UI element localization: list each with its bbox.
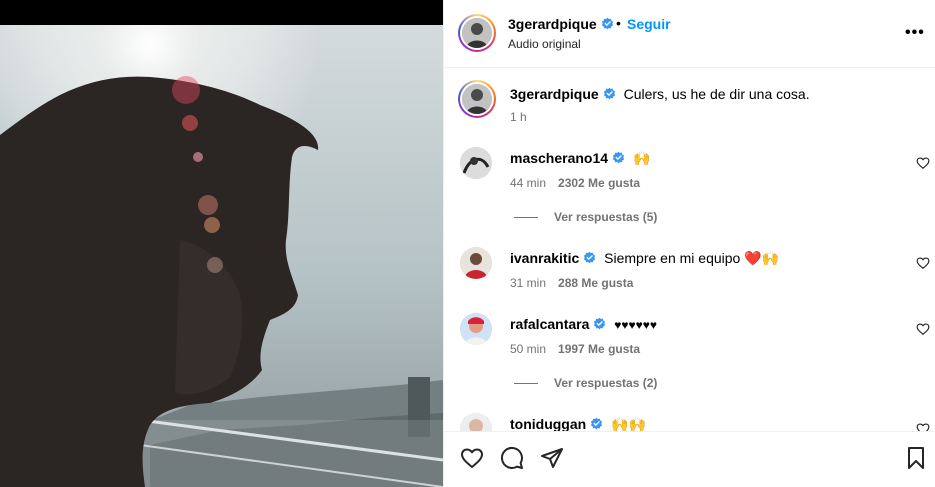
- comment-time: 50 min: [510, 342, 547, 356]
- verified-badge-icon: [594, 317, 606, 330]
- verified-badge-icon: [601, 17, 613, 30]
- comment-avatar-toniduggan[interactable]: [460, 413, 492, 431]
- verified-badge-icon: [584, 251, 596, 264]
- caption-text: 3gerardpique Culers, us he de dir una co…: [510, 86, 810, 102]
- comment-username[interactable]: toniduggan: [510, 416, 586, 431]
- separator-dot: •: [616, 15, 621, 31]
- comment-avatar-ivanrakitic[interactable]: [460, 247, 492, 279]
- comment-avatar-rafalcantara[interactable]: [460, 313, 492, 345]
- author-avatar[interactable]: [458, 14, 496, 52]
- comment-icon[interactable]: [500, 446, 524, 470]
- comment-text: 🙌🙌: [611, 416, 646, 431]
- comment-like-heart-icon[interactable]: [916, 422, 930, 431]
- view-replies-button[interactable]: Ver respuestas (5): [514, 210, 657, 224]
- view-replies-button[interactable]: Ver respuestas (2): [514, 376, 657, 390]
- instagram-post-view: 3gerardpique • Seguir Audio original •••…: [0, 0, 935, 487]
- comment-likes[interactable]: 2302 Me gusta: [558, 176, 640, 190]
- caption-username[interactable]: 3gerardpique: [510, 86, 599, 102]
- caption-time: 1 h: [510, 110, 527, 124]
- comment-meta-2: 31 min 288 Me gusta: [510, 276, 633, 290]
- follow-button[interactable]: Seguir: [627, 16, 671, 32]
- comment-likes[interactable]: 288 Me gusta: [558, 276, 633, 290]
- post-action-bar: [444, 431, 935, 487]
- post-header: 3gerardpique • Seguir Audio original •••: [444, 0, 935, 68]
- comment-time: 44 min: [510, 176, 547, 190]
- verified-badge-icon: [613, 151, 625, 164]
- verified-badge-icon: [603, 87, 615, 100]
- heart-icon[interactable]: [460, 446, 484, 470]
- comment-like-heart-icon[interactable]: [916, 156, 930, 170]
- comment-avatar-mascherano14[interactable]: [460, 147, 492, 179]
- comment-username[interactable]: rafalcantara: [510, 316, 589, 332]
- comment-likes[interactable]: 1997 Me gusta: [558, 342, 640, 356]
- caption-body: Culers, us he de dir una cosa.: [623, 86, 810, 102]
- audio-label[interactable]: Audio original: [508, 37, 581, 51]
- comment-meta-1: 44 min 2302 Me gusta: [510, 176, 640, 190]
- verified-badge-icon: [591, 417, 603, 430]
- comment-text: 🙌: [632, 150, 651, 166]
- comment-row-1: mascherano14 🙌: [510, 150, 650, 167]
- comment-username[interactable]: ivanrakitic: [510, 250, 579, 266]
- comment-text: Siempre en mi equipo ❤️🙌: [604, 250, 780, 266]
- post-video[interactable]: [0, 0, 443, 487]
- comment-text: ♥♥♥♥♥♥: [614, 318, 658, 332]
- comment-meta-3: 50 min 1997 Me gusta: [510, 342, 640, 356]
- comment-row-3: rafalcantara ♥♥♥♥♥♥: [510, 316, 657, 332]
- video-frame: [0, 25, 443, 487]
- comment-row-4: toniduggan 🙌🙌: [510, 416, 646, 431]
- comments-list[interactable]: 3gerardpique Culers, us he de dir una co…: [444, 69, 935, 431]
- comment-time: 31 min: [510, 276, 547, 290]
- comment-like-heart-icon[interactable]: [916, 256, 930, 270]
- media-top-bar: [0, 0, 443, 25]
- more-options-icon[interactable]: •••: [905, 24, 925, 42]
- comment-like-heart-icon[interactable]: [916, 322, 930, 336]
- caption-avatar[interactable]: [458, 80, 496, 118]
- share-icon[interactable]: [540, 446, 564, 470]
- post-side-panel: 3gerardpique • Seguir Audio original •••…: [443, 0, 935, 487]
- comment-row-2: ivanrakitic Siempre en mi equipo ❤️🙌: [510, 250, 779, 267]
- author-username[interactable]: 3gerardpique: [508, 16, 614, 32]
- bookmark-icon[interactable]: [904, 446, 928, 470]
- comment-username[interactable]: mascherano14: [510, 150, 608, 166]
